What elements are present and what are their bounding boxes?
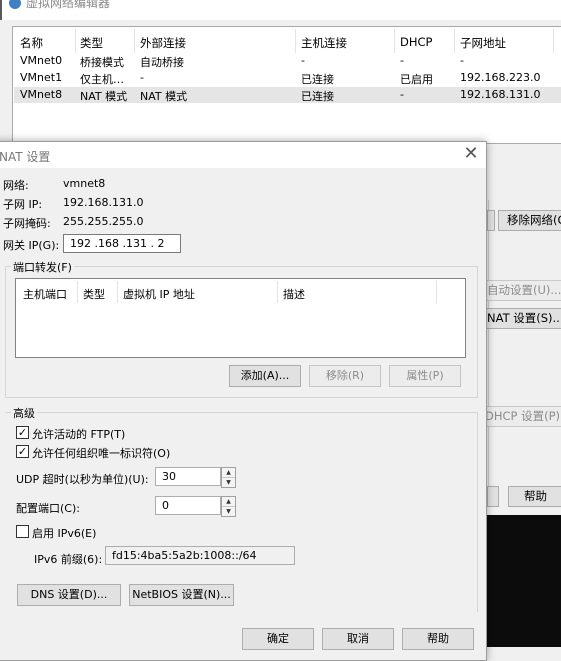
cell-type: NAT 模式 <box>80 90 128 103</box>
terminal-window <box>487 515 561 647</box>
network-row[interactable]: VMnet1 仅主机… - 已连接 已启用 192.168.223.0 <box>14 70 561 86</box>
network-label: 网络: <box>3 179 29 192</box>
window-edge <box>0 0 2 20</box>
allow-oui-checkbox[interactable]: ✓ <box>16 445 29 458</box>
enable-ipv6-checkbox[interactable] <box>16 525 29 538</box>
column-divider[interactable] <box>454 29 455 53</box>
spin-up-icon[interactable]: ▲ <box>222 497 235 507</box>
add-port-forward-button[interactable]: 添加(A)... <box>229 365 301 387</box>
ipv6-prefix-input[interactable]: fd15:4ba5:5a2b:1008::/64 <box>105 546 295 565</box>
cell-name: VMnet8 <box>20 88 63 101</box>
cell-type: 仅主机… <box>80 73 124 86</box>
network-row[interactable]: VMnet0 桥接模式 自动桥接 - - - <box>14 53 561 69</box>
cell-subnet: 192.168.223.0 <box>460 71 541 84</box>
config-port-input[interactable]: 0 <box>155 496 221 515</box>
remove-network-button[interactable]: 移除网络(O) <box>498 210 561 231</box>
column-divider[interactable] <box>75 29 76 53</box>
column-header-vm-ip[interactable]: 虚拟机 IP 地址 <box>123 286 195 302</box>
cell-external: 自动桥接 <box>140 56 184 69</box>
nat-settings-button[interactable]: NAT 设置(S)... <box>478 308 561 329</box>
column-header-external[interactable]: 外部连接 <box>140 35 186 51</box>
allow-ftp-label: 允许活动的 FTP(T) <box>32 428 126 441</box>
cell-host: 已连接 <box>301 90 334 103</box>
column-divider[interactable] <box>394 29 395 53</box>
column-divider[interactable] <box>134 29 135 53</box>
network-globe-icon <box>9 0 21 9</box>
column-header-subnet[interactable]: 子网地址 <box>460 35 506 51</box>
column-divider[interactable] <box>117 281 118 303</box>
properties-button[interactable]: 属性(P) <box>389 365 461 387</box>
column-divider[interactable] <box>295 29 296 53</box>
dns-settings-button[interactable]: DNS 设置(D)... <box>17 584 121 606</box>
subnet-ip-value: 192.168.131.0 <box>63 196 144 209</box>
add-network-button[interactable] <box>487 210 495 231</box>
udp-timeout-label: UDP 超时(以秒为单位)(U): <box>16 473 149 486</box>
cell-external: - <box>140 71 144 84</box>
spin-up-icon[interactable]: ▲ <box>222 468 235 478</box>
cell-dhcp: - <box>400 88 404 101</box>
cell-host: 已连接 <box>301 73 334 86</box>
auto-settings-button[interactable]: 自动设置(U)... <box>478 280 561 301</box>
udp-timeout-spinner[interactable]: ▲ ▼ <box>221 467 236 488</box>
config-port-spinner[interactable]: ▲ ▼ <box>221 496 236 517</box>
column-divider[interactable] <box>77 281 78 303</box>
gateway-ip-label: 网关 IP(G): <box>3 239 60 252</box>
netbios-settings-button[interactable]: NetBIOS 设置(N)... <box>129 584 234 606</box>
column-header-dhcp[interactable]: DHCP <box>400 35 432 49</box>
port-forwarding-title: 端口转发(F) <box>11 259 74 275</box>
cell-host: - <box>301 54 305 67</box>
subnet-mask-value: 255.255.255.0 <box>63 215 144 228</box>
column-header-type[interactable]: 类型 <box>83 286 105 302</box>
cell-external: NAT 模式 <box>140 90 188 103</box>
column-divider[interactable] <box>277 281 278 303</box>
network-value: vmnet8 <box>63 177 106 190</box>
column-header-host-port[interactable]: 主机端口 <box>23 286 67 302</box>
network-list[interactable]: 名称 类型 外部连接 主机连接 DHCP 子网地址 VMnet0 桥接模式 自动… <box>12 26 561 144</box>
cell-type: 桥接模式 <box>80 56 124 69</box>
column-header-type[interactable]: 类型 <box>80 35 103 51</box>
port-forwarding-list[interactable]: 主机端口 类型 虚拟机 IP 地址 描述 <box>15 278 466 358</box>
column-header-description[interactable]: 描述 <box>283 286 305 302</box>
network-row-selected[interactable]: VMnet8 NAT 模式 NAT 模式 已连接 - 192.168.131.0 <box>14 87 561 103</box>
column-divider[interactable] <box>553 29 554 53</box>
dialog-title: NAT 设置 <box>0 150 51 164</box>
remove-port-forward-button[interactable]: 移除(R) <box>309 365 381 387</box>
nat-settings-dialog: NAT 设置 ✕ 网络: vmnet8 子网 IP: 192.168.131.0… <box>0 141 487 661</box>
editor-title: 虚拟网络编辑器 <box>26 0 111 10</box>
subnet-mask-label: 子网掩码: <box>3 217 51 230</box>
ipv6-prefix-label: IPv6 前缀(6): <box>34 553 103 566</box>
spin-down-icon[interactable]: ▼ <box>222 478 235 488</box>
spin-down-icon[interactable]: ▼ <box>222 507 235 517</box>
divider <box>488 200 489 500</box>
config-port-label: 配置端口(C): <box>16 502 80 515</box>
cell-name: VMnet0 <box>20 54 63 67</box>
help-button[interactable]: 帮助 <box>508 486 561 507</box>
udp-timeout-input[interactable]: 30 <box>155 467 221 486</box>
cell-subnet: - <box>460 54 464 67</box>
cell-dhcp: 已启用 <box>400 73 433 86</box>
subnet-ip-label: 子网 IP: <box>3 198 43 211</box>
cell-name: VMnet1 <box>20 71 63 84</box>
apply-button[interactable] <box>487 486 499 507</box>
dialog-titlebar: NAT 设置 ✕ <box>0 142 486 168</box>
dhcp-settings-button[interactable]: DHCP 设置(P)... <box>478 406 561 427</box>
allow-oui-label: 允许任何组织唯一标识符(O) <box>32 447 171 460</box>
column-header-name[interactable]: 名称 <box>20 35 43 51</box>
column-divider[interactable] <box>436 281 437 303</box>
advanced-title: 高级 <box>11 405 37 421</box>
column-header-host[interactable]: 主机连接 <box>301 35 347 51</box>
enable-ipv6-label: 启用 IPv6(E) <box>32 527 97 540</box>
close-icon[interactable]: ✕ <box>461 145 481 165</box>
cell-subnet: 192.168.131.0 <box>460 88 541 101</box>
allow-ftp-checkbox[interactable]: ✓ <box>16 426 29 439</box>
gateway-ip-input[interactable]: 192 .168 .131 . 2 <box>63 234 181 253</box>
editor-titlebar: 虚拟网络编辑器 <box>0 0 561 20</box>
cell-dhcp: - <box>400 54 404 67</box>
